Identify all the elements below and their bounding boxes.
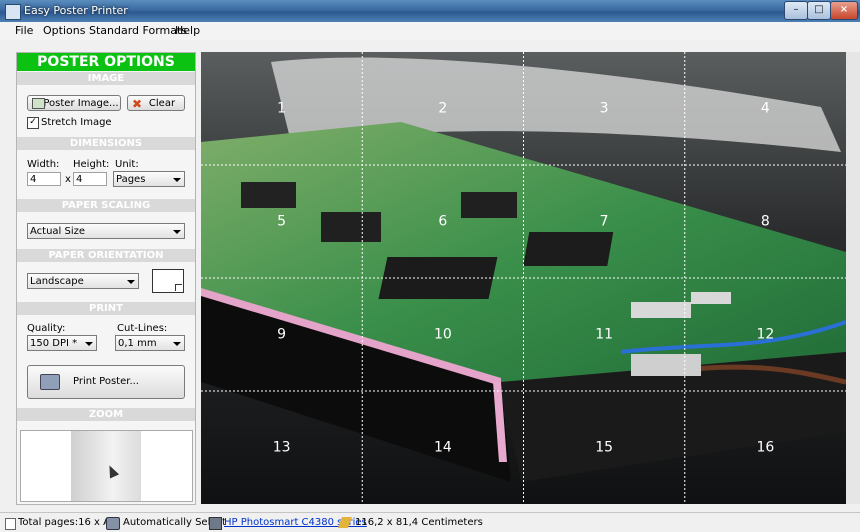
dimension-separator: x [65,174,71,185]
tile-number: 13 [273,440,291,456]
tile-number: 5 [277,214,286,230]
chevron-down-icon [127,280,135,284]
printer-small-icon [209,517,222,530]
tile-number: 14 [434,440,452,456]
cut-lines-select[interactable]: 0,1 mm [115,335,185,351]
height-input[interactable]: 4 [73,172,107,186]
maximize-button[interactable]: □ [807,1,831,20]
menu-standard-formats[interactable]: Standard Formats [89,24,187,37]
printer-icon [40,374,60,390]
print-poster-button[interactable]: Print Poster... [27,365,185,399]
tile-number: 15 [595,440,613,456]
poster-preview[interactable]: 1 2 3 4 5 6 7 8 9 10 11 12 13 14 15 16 [201,52,846,504]
menu-bar: File Options Standard Formats Help [0,22,860,40]
unit-select[interactable]: Pages [113,171,185,187]
menu-file[interactable]: File [15,24,33,37]
quality-value: 150 DPI * [30,338,78,349]
paper-orientation-value: Landscape [30,276,84,287]
minimize-button[interactable]: – [784,1,808,20]
app-icon [5,4,21,20]
tile-number: 9 [277,327,286,343]
tile-number: 8 [761,214,770,230]
paper-orientation-select[interactable]: Landscape [27,273,139,289]
printer-status-icon [106,517,120,530]
section-image-header: IMAGE [17,72,195,85]
tile-number: 11 [595,327,613,343]
tile-number: 2 [438,101,447,117]
clear-icon: ✖ [132,97,143,111]
section-zoom-header: ZOOM [17,408,195,421]
tile-grid: 1 2 3 45 6 7 89 10 11 1213 14 15 16 [201,52,846,504]
poster-options-panel: POSTER OPTIONS IMAGE Poster Image... ✖ C… [16,52,196,505]
tile-number: 7 [600,214,609,230]
section-paper-scaling-header: PAPER SCALING [17,199,195,212]
poster-image-button[interactable]: Poster Image... [27,95,121,111]
tile-number: 3 [600,101,609,117]
tile-number: 6 [438,214,447,230]
clear-button[interactable]: ✖ Clear [127,95,185,111]
close-button[interactable]: × [830,1,858,20]
tile-number: 4 [761,101,770,117]
unit-label: Unit: [115,159,139,170]
unit-value: Pages [116,174,146,185]
vertical-scrollbar[interactable] [846,52,860,504]
section-print-header: PRINT [17,302,195,315]
chevron-down-icon [173,342,181,346]
poster-options-title: POSTER OPTIONS [17,53,195,71]
tile-number: 10 [434,327,452,343]
poster-image-label: Poster Image... [43,98,119,109]
paper-scaling-value: Actual Size [30,226,86,237]
cut-lines-value: 0,1 mm [118,338,157,349]
quality-select[interactable]: 150 DPI * [27,335,97,351]
picture-icon [32,98,45,109]
orientation-preview-icon [152,269,184,293]
chevron-down-icon [85,342,93,346]
width-label: Width: [27,159,60,170]
section-paper-orientation-header: PAPER ORIENTATION [17,249,195,262]
paper-scaling-select[interactable]: Actual Size [27,223,185,239]
tile-number: 16 [756,440,774,456]
poster-size-text: 116,2 x 81,4 Centimeters [355,517,483,528]
height-label: Height: [73,159,110,170]
total-pages-text: Total pages:16 x A4 [18,517,117,528]
quality-label: Quality: [27,323,66,334]
tile-number: 12 [756,327,774,343]
print-poster-label: Print Poster... [73,376,139,387]
menu-help[interactable]: Help [175,24,200,37]
stretch-image-label: Stretch Image [41,117,112,128]
pages-icon [5,518,16,530]
chevron-down-icon [173,178,181,182]
title-bar: Easy Poster Printer – □ × [0,0,860,22]
cut-lines-label: Cut-Lines: [117,323,168,334]
status-bar: Total pages:16 x A4 Automatically Select… [0,512,860,532]
menu-options[interactable]: Options [43,24,85,37]
zoom-preview[interactable] [20,430,193,502]
tile-number: 1 [277,101,286,117]
chevron-down-icon [173,230,181,234]
stretch-image-checkbox[interactable]: ✓ [27,117,39,129]
width-input[interactable]: 4 [27,172,61,186]
window-title: Easy Poster Printer [24,4,128,17]
clear-label: Clear [148,98,176,109]
section-dimensions-header: DIMENSIONS [17,137,195,150]
